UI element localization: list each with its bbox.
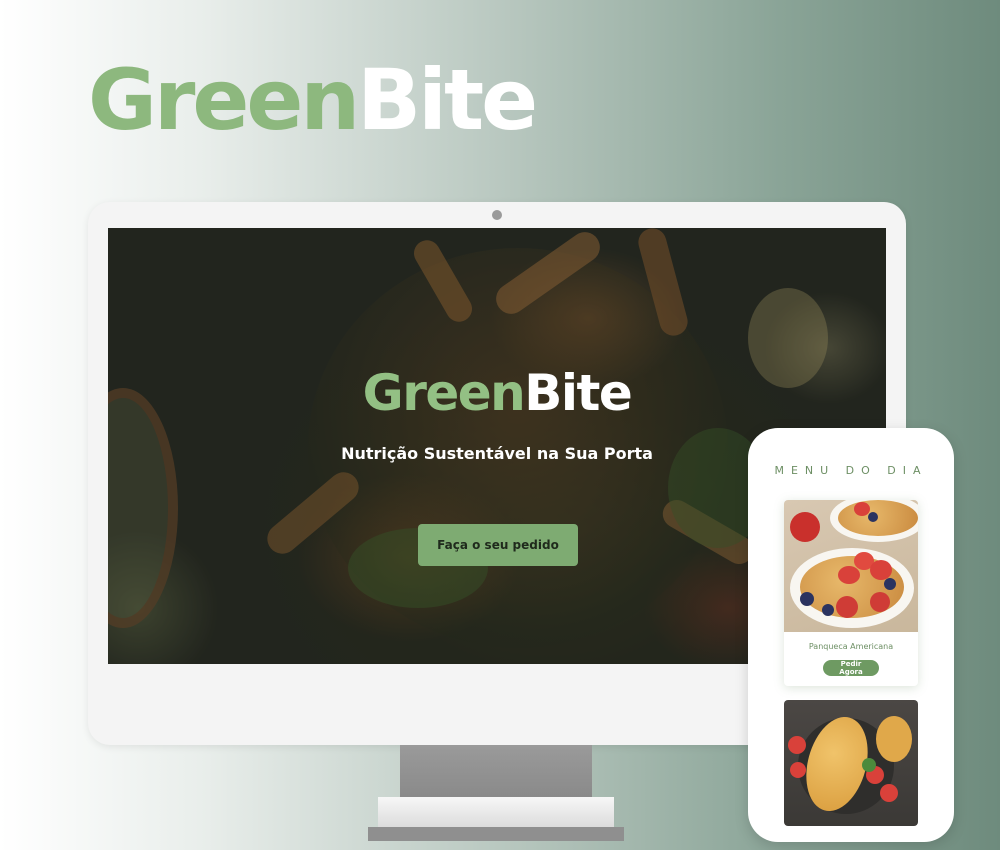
brand-logo-white: Bite: [357, 51, 538, 149]
hero-title-white: Bite: [524, 364, 633, 422]
bread: [876, 716, 912, 762]
menu-item-name: Panqueca Americana: [808, 642, 894, 651]
brand-logo-green: Green: [88, 51, 360, 149]
blueberry: [884, 578, 896, 590]
menu-item-card-omelette[interactable]: [784, 700, 918, 826]
brand-logo: GreenBite: [88, 58, 538, 142]
order-button[interactable]: Faça o seu pedido: [418, 524, 578, 566]
mobile-device: MENU DO DIA Panqueca Americana Pedir Ago…: [748, 428, 954, 842]
pancake-back: [838, 500, 918, 536]
blueberry: [800, 592, 814, 606]
strawberry: [790, 512, 820, 542]
pancake-image: [784, 500, 918, 632]
tomato: [790, 762, 806, 778]
strawberry: [836, 596, 858, 618]
strawberry: [838, 566, 860, 584]
monitor-stand-base: [378, 797, 614, 827]
strawberry: [854, 502, 870, 516]
camera-icon: [492, 210, 502, 220]
strawberry: [870, 592, 890, 612]
monitor-stand-neck: [400, 745, 592, 797]
blueberry: [868, 512, 878, 522]
tomato: [880, 784, 898, 802]
monitor-stand-foot: [368, 827, 624, 841]
strawberry: [870, 560, 892, 580]
herb: [862, 758, 876, 772]
order-now-button[interactable]: Pedir Agora: [823, 660, 879, 676]
menu-title: MENU DO DIA: [774, 464, 928, 477]
tomato: [788, 736, 806, 754]
menu-item-card[interactable]: Panqueca Americana Pedir Agora: [784, 500, 918, 686]
blueberry: [822, 604, 834, 616]
hero-title-green: Green: [362, 364, 526, 422]
hero-title: GreenBite: [108, 368, 886, 418]
